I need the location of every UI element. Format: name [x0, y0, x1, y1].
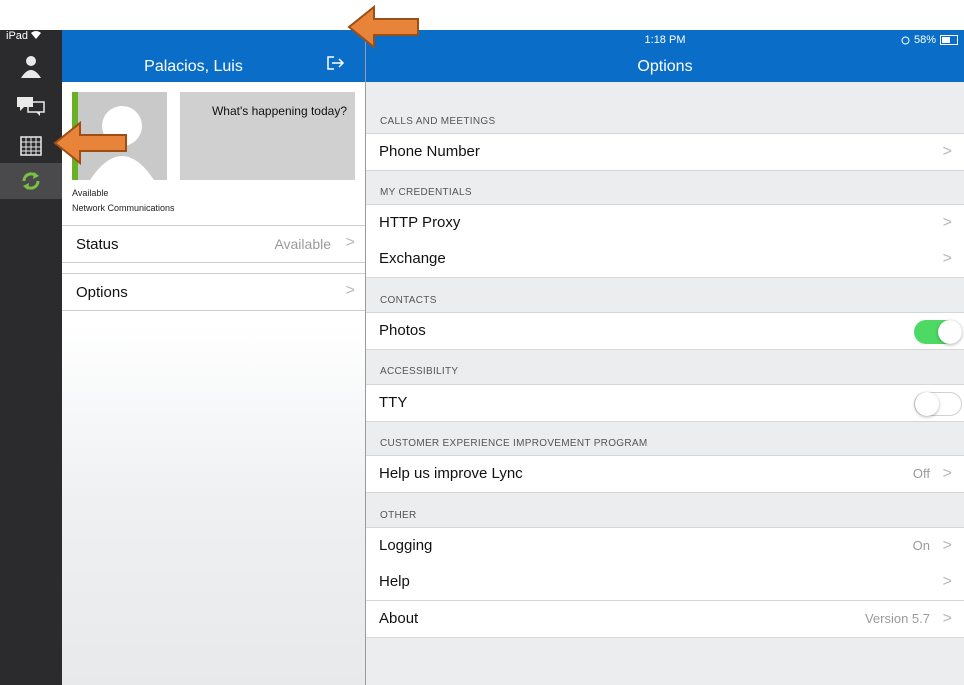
- logging-value: On: [912, 538, 930, 553]
- status-note-text: What's happening today?: [211, 104, 347, 118]
- battery-status: 58%: [901, 34, 958, 46]
- exchange-label: Exchange: [379, 250, 446, 267]
- phone-number-row[interactable]: Phone Number >: [366, 133, 964, 171]
- tty-row: TTY: [366, 384, 964, 422]
- chevron-right-icon: >: [942, 537, 952, 554]
- chat-bubbles-icon: [17, 97, 45, 116]
- options-title: Options: [637, 58, 693, 75]
- chevron-right-icon: >: [942, 465, 952, 482]
- about-value: Version 5.7: [864, 611, 930, 626]
- availability-text: Available: [72, 188, 109, 198]
- logging-row[interactable]: Logging On >: [366, 527, 964, 565]
- status-time: 1:18 PM: [644, 34, 686, 46]
- calendar-grid-icon: [20, 136, 42, 156]
- location-text: Network Communications: [72, 203, 175, 213]
- options-row-label: Options: [76, 284, 128, 301]
- options-header: 1:18 PM 58% Options: [366, 30, 964, 82]
- annotation-arrow-top: [347, 4, 419, 50]
- exchange-row[interactable]: Exchange >: [366, 241, 964, 278]
- section-other: OTHER: [380, 510, 417, 521]
- chevron-right-icon: >: [942, 143, 952, 160]
- top-band: [0, 0, 964, 30]
- help-row[interactable]: Help >: [366, 564, 964, 601]
- rail-conversations[interactable]: [0, 88, 62, 124]
- profile-header: Palacios, Luis: [62, 30, 365, 82]
- options-row[interactable]: Options >: [62, 273, 365, 311]
- section-accessibility: ACCESSIBILITY: [380, 366, 459, 377]
- person-icon: [21, 56, 41, 78]
- improve-lync-row[interactable]: Help us improve Lync Off >: [366, 455, 964, 493]
- tty-label: TTY: [379, 394, 408, 411]
- about-row[interactable]: About Version 5.7 >: [366, 601, 964, 638]
- photos-row: Photos: [366, 312, 964, 350]
- sign-out-icon[interactable]: [327, 56, 345, 75]
- http-proxy-label: HTTP Proxy: [379, 214, 461, 231]
- section-calls: CALLS AND MEETINGS: [380, 116, 496, 127]
- wifi-icon: [31, 31, 42, 39]
- battery-icon: [940, 35, 958, 45]
- chevron-right-icon: >: [345, 282, 355, 299]
- section-credentials: MY CREDENTIALS: [380, 187, 472, 198]
- status-note[interactable]: What's happening today?: [180, 92, 355, 180]
- status-row[interactable]: Status Available >: [62, 225, 365, 263]
- profile-panel: What's happening today? Available Networ…: [62, 82, 365, 685]
- status-row-label: Status: [76, 236, 119, 253]
- photos-label: Photos: [379, 322, 426, 339]
- photos-toggle[interactable]: [914, 320, 962, 344]
- improve-lync-label: Help us improve Lync: [379, 465, 523, 482]
- rotation-lock-icon: [901, 36, 910, 44]
- chevron-right-icon: >: [942, 573, 952, 590]
- chevron-right-icon: >: [942, 250, 952, 267]
- chevron-right-icon: >: [345, 234, 355, 251]
- rail-options[interactable]: [0, 163, 62, 199]
- logging-label: Logging: [379, 537, 433, 554]
- rail-contacts[interactable]: [0, 48, 62, 84]
- chevron-right-icon: >: [942, 214, 952, 231]
- help-label: Help: [379, 573, 410, 590]
- options-panel: CALLS AND MEETINGS Phone Number > MY CRE…: [366, 82, 964, 685]
- section-ceip: CUSTOMER EXPERIENCE IMPROVEMENT PROGRAM: [380, 438, 648, 449]
- tty-toggle[interactable]: [914, 392, 962, 416]
- status-row-value: Available: [274, 236, 331, 252]
- profile-name: Palacios, Luis: [144, 58, 243, 75]
- sync-arrows-icon: [22, 172, 40, 190]
- device-label: iPad: [6, 30, 42, 42]
- phone-number-label: Phone Number: [379, 143, 480, 160]
- about-label: About: [379, 610, 419, 627]
- section-contacts: CONTACTS: [380, 295, 437, 306]
- chevron-right-icon: >: [942, 610, 952, 627]
- annotation-arrow-left: [53, 120, 127, 166]
- improve-lync-value: Off: [912, 466, 930, 481]
- http-proxy-row[interactable]: HTTP Proxy >: [366, 204, 964, 242]
